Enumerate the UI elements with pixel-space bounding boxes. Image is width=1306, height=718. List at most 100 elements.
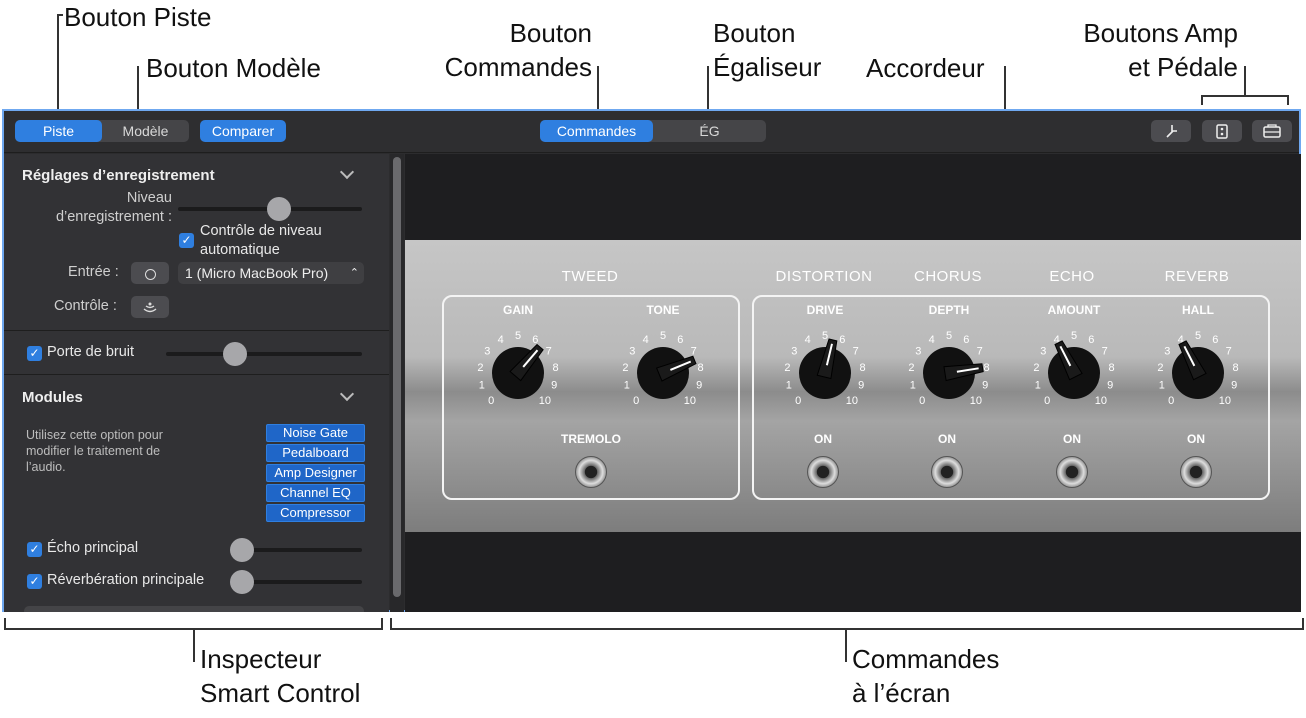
knob-scale-number: 2 — [908, 362, 914, 374]
knob-scale-number: 7 — [691, 346, 697, 358]
compare-button[interactable]: Comparer — [200, 120, 286, 142]
amp-button[interactable] — [1252, 120, 1292, 142]
knob-scale-number: 9 — [858, 380, 864, 392]
scroll-thumb[interactable] — [393, 157, 401, 597]
module-noise-gate[interactable]: Noise Gate — [266, 424, 365, 442]
callout-screen-controls: Commandes à l’écran — [852, 642, 999, 710]
master-reverb-checkbox[interactable]: ✓ — [27, 574, 42, 589]
knob-scale-number: 4 — [498, 334, 504, 346]
chorus-switch[interactable] — [931, 456, 963, 488]
smart-control-inspector: Réglages d’enregistrement Niveau d’enreg… — [4, 154, 389, 612]
callout-eq-line2: Égaliseur — [713, 52, 822, 82]
gain-knob[interactable]: 01234 5 678910 — [477, 330, 558, 407]
modules-help-2: modifier le traitement de — [26, 444, 161, 458]
noise-gate-slider[interactable] — [166, 352, 362, 356]
callout-amp-line1: Boutons Amp — [1083, 18, 1238, 48]
updown-icon: ⌃ — [349, 267, 359, 279]
master-echo-checkbox[interactable]: ✓ — [27, 542, 42, 557]
callout-controls-button: Bouton Commandes — [428, 16, 592, 84]
pedal-button[interactable] — [1202, 120, 1242, 142]
master-echo-thumb[interactable] — [230, 538, 254, 562]
inspector-bottom-bar — [24, 606, 364, 612]
noise-gate-checkbox[interactable]: ✓ — [27, 346, 42, 361]
knob-scale-number: 8 — [1232, 362, 1238, 374]
rec-level-thumb[interactable] — [267, 197, 292, 221]
echo-switch[interactable] — [1056, 456, 1088, 488]
rec-level-label: Niveau d’enregistrement : — [20, 189, 172, 227]
input-select[interactable]: 1 (Micro MacBook Pro) ⌃ — [178, 262, 364, 284]
knob-scale-number: 7 — [546, 346, 552, 358]
track-template-segment: Piste Modèle — [15, 120, 189, 142]
chevron-down-icon[interactable] — [339, 386, 355, 402]
module-channel-eq[interactable]: Channel EQ — [266, 484, 365, 502]
pedal-icon — [1216, 124, 1228, 139]
knob-scale-number: 5 — [1071, 330, 1077, 342]
callout-tuner: Accordeur — [866, 53, 985, 83]
callout-template-button: Bouton Modèle — [146, 53, 321, 83]
input-value: 1 (Micro MacBook Pro) — [185, 265, 329, 281]
module-pedalboard[interactable]: Pedalboard — [266, 444, 365, 462]
knob-scale-number: 3 — [915, 346, 921, 358]
callout-line — [193, 628, 195, 662]
input-label: Entrée : — [68, 264, 119, 280]
knob-scale-number: 6 — [839, 334, 845, 346]
knob-scale-number: 0 — [1044, 395, 1050, 407]
auto-level-checkbox[interactable]: ✓ — [179, 233, 194, 248]
knob-scale-number: 9 — [1231, 380, 1237, 392]
controls-eq-segment: Commandes ÉG — [540, 120, 766, 142]
knob-scale-number: 6 — [963, 334, 969, 346]
controls-button[interactable]: Commandes — [540, 120, 653, 142]
tremolo-switch[interactable] — [575, 456, 607, 488]
master-reverb-thumb[interactable] — [230, 570, 254, 594]
recording-settings-title[interactable]: Réglages d’enregistrement — [22, 167, 215, 184]
knob-scale-number: 7 — [977, 346, 983, 358]
module-amp-designer[interactable]: Amp Designer — [266, 464, 365, 482]
monitor-button[interactable] — [131, 296, 169, 318]
chevron-down-icon[interactable] — [339, 164, 355, 180]
input-monitor-button[interactable] — [131, 262, 169, 284]
track-button[interactable]: Piste — [15, 120, 102, 142]
callout-controls-line1: Bouton — [509, 18, 592, 48]
knob-scale-number: 3 — [791, 346, 797, 358]
knob-scale-number: 4 — [805, 334, 811, 346]
tone-knob[interactable]: 01 234 5 678 910 — [622, 330, 703, 407]
knob-scale-number: 0 — [1168, 395, 1174, 407]
bracket-screen-controls — [1302, 618, 1304, 630]
callout-bracket — [1201, 95, 1289, 97]
modules-title[interactable]: Modules — [22, 389, 83, 406]
eq-button[interactable]: ÉG — [653, 120, 766, 142]
distortion-switch[interactable] — [807, 456, 839, 488]
tuner-button[interactable] — [1151, 120, 1191, 142]
noise-gate-thumb[interactable] — [222, 342, 247, 366]
knob-scale-number: 1 — [786, 380, 792, 392]
bracket-screen-controls — [390, 618, 392, 630]
drive-knob[interactable]: 01 234 5 678 910 — [784, 330, 865, 407]
knob-scale-number: 0 — [633, 395, 639, 407]
rec-level-label-2: d’enregistrement : — [55, 209, 172, 225]
depth-knob[interactable]: 01 234 5 678 910 — [908, 330, 989, 407]
noise-gate-label: Porte de bruit — [47, 344, 135, 360]
hall-knob[interactable]: 01234 5 678910 — [1157, 330, 1238, 407]
knob-scale-number: 5 — [1195, 330, 1201, 342]
callout-line — [845, 628, 847, 662]
knob-scale-number: 8 — [983, 362, 989, 374]
master-echo-label: Écho principal — [47, 540, 139, 556]
bracket-screen-controls — [390, 628, 1304, 630]
amp-panel: TWEED DISTORTION CHORUS ECHO REVERB GAIN… — [405, 240, 1301, 532]
callout-inspector-line1: Inspecteur — [200, 644, 322, 674]
modules-help: Utilisez cette option pour modifier le t… — [26, 427, 163, 475]
template-button[interactable]: Modèle — [102, 120, 189, 142]
knob-scale-number: 0 — [919, 395, 925, 407]
inspector-scrollbar[interactable] — [390, 154, 404, 612]
amount-knob[interactable]: 01234 5 678910 — [1033, 330, 1114, 407]
callout-line — [1244, 66, 1246, 96]
reverb-switch[interactable] — [1180, 456, 1212, 488]
knob-scale-number: 2 — [1157, 362, 1163, 374]
on-label: ON — [1063, 432, 1081, 446]
on-label: ON — [814, 432, 832, 446]
callout-amp-pedal-buttons: Boutons Amp et Pédale — [1060, 16, 1238, 84]
auto-level-label: Contrôle de niveau automatique — [200, 222, 322, 260]
tremolo-label: TREMOLO — [561, 432, 621, 446]
module-compressor[interactable]: Compressor — [266, 504, 365, 522]
callout-bracket — [1287, 95, 1289, 105]
